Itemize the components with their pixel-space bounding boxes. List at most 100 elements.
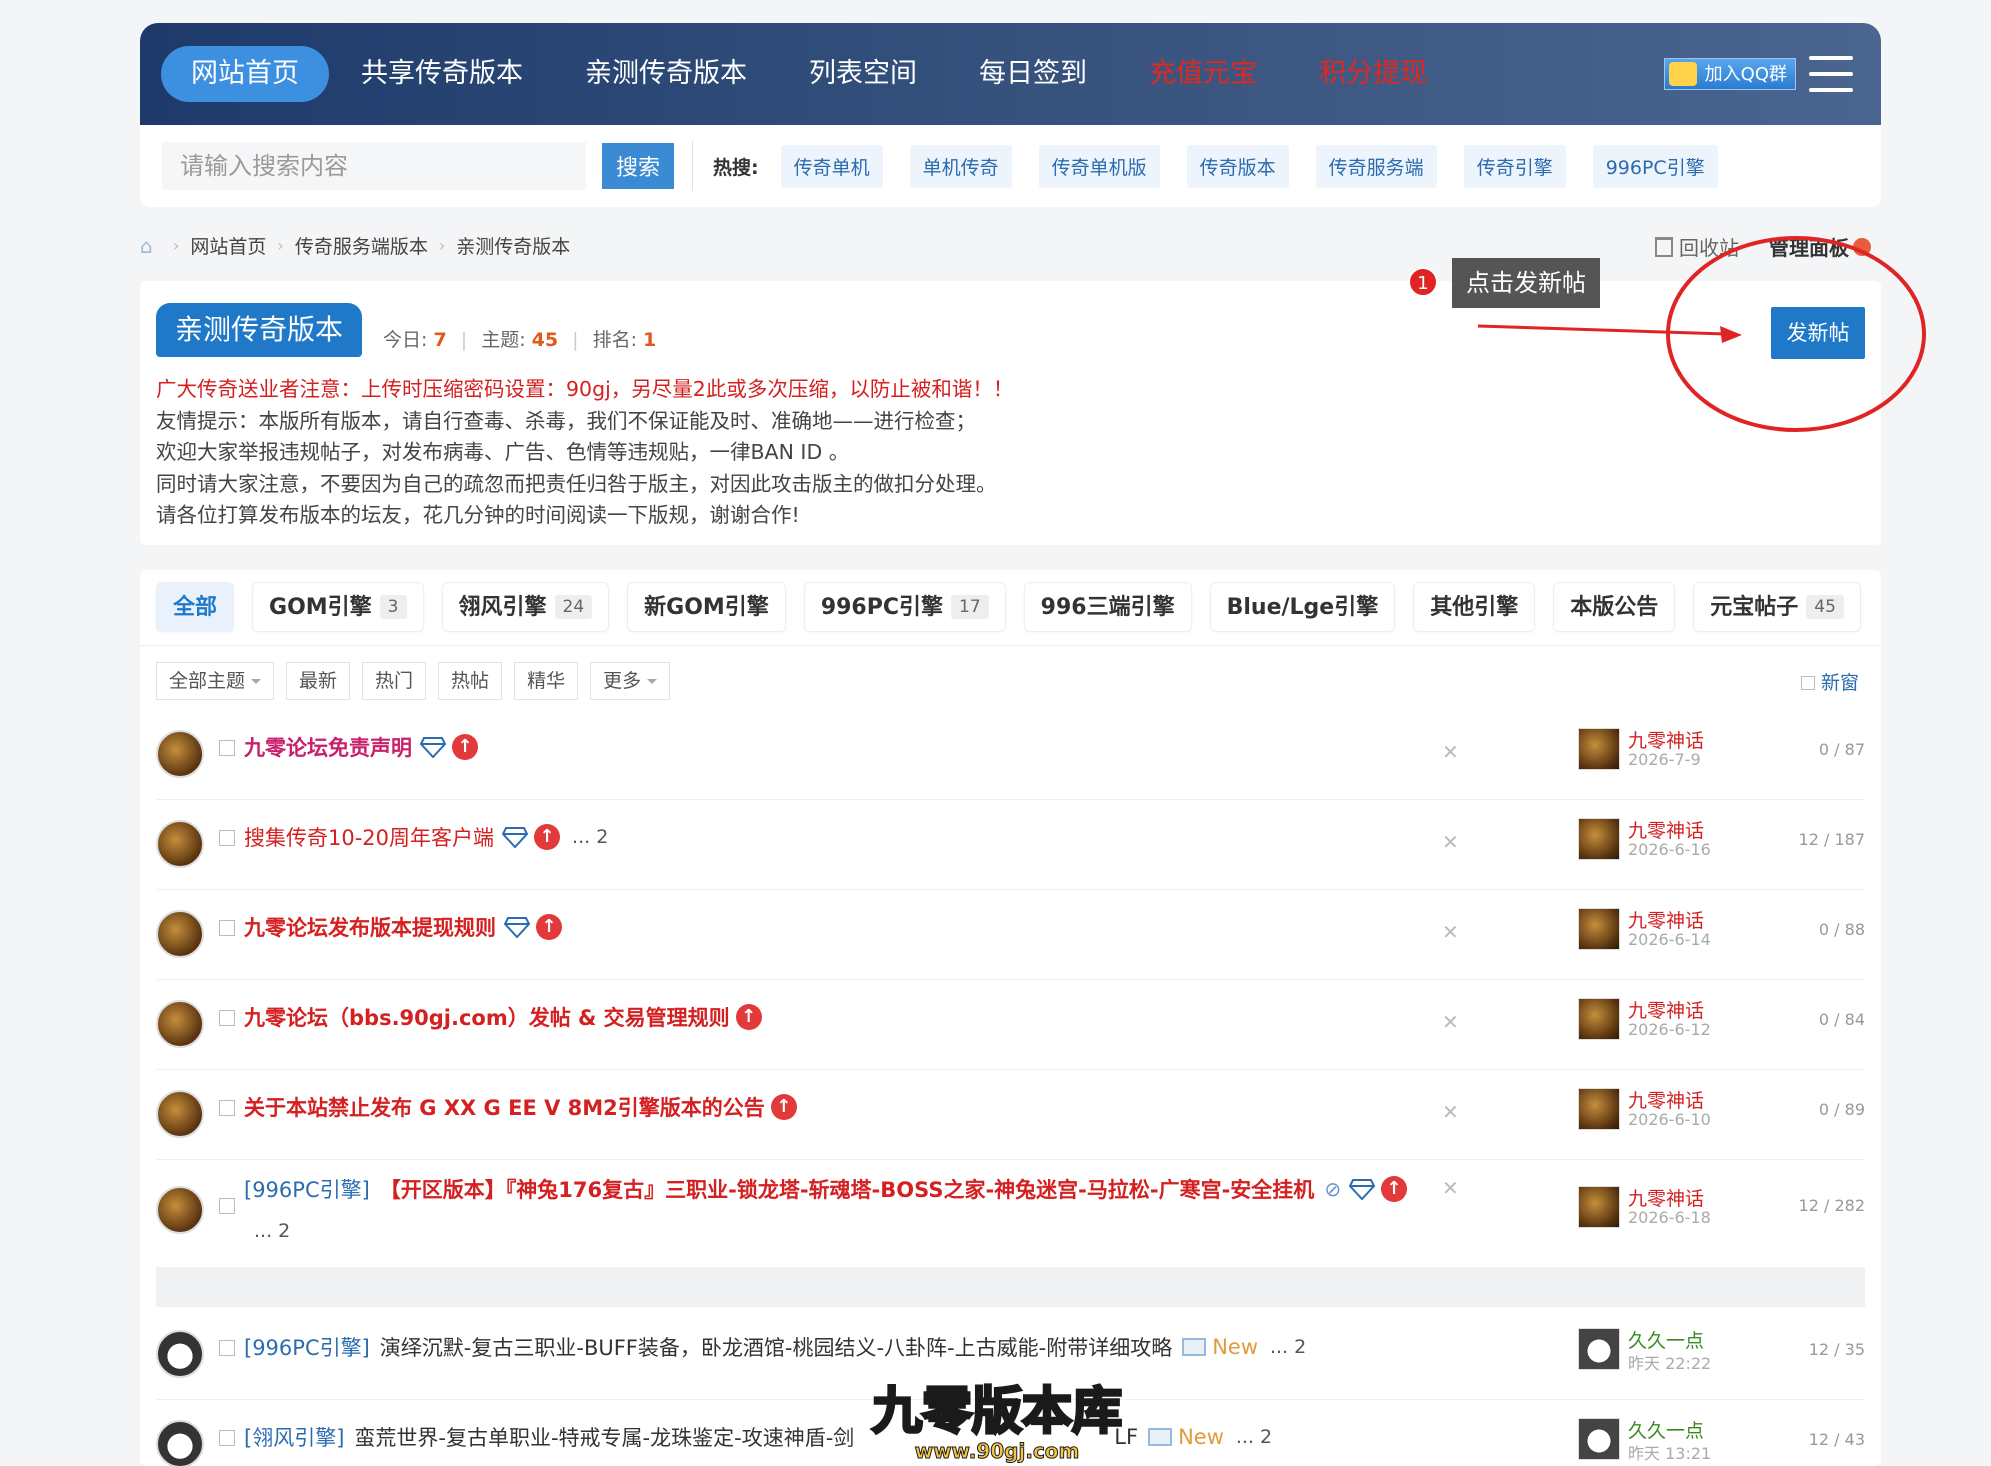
close-icon[interactable]: ✕ bbox=[1442, 1100, 1459, 1124]
filter-featured[interactable]: 精华 bbox=[514, 662, 579, 700]
avatar[interactable] bbox=[156, 1090, 204, 1138]
filter-popular[interactable]: 热门 bbox=[362, 662, 427, 700]
pinned-up-icon: ↑ bbox=[1381, 1176, 1408, 1202]
close-icon[interactable]: ✕ bbox=[1442, 920, 1459, 944]
last-poster[interactable]: 九零神话 bbox=[1628, 726, 1704, 753]
hot-tag[interactable]: 单机传奇 bbox=[909, 144, 1012, 188]
last-poster[interactable]: 久久一点 bbox=[1628, 1416, 1704, 1443]
row-checkbox[interactable] bbox=[219, 1430, 235, 1446]
thread-title[interactable]: 九零论坛发布版本提现规则 bbox=[244, 912, 496, 942]
home-icon[interactable]: ⌂ bbox=[140, 236, 162, 256]
table-row[interactable]: 九零论坛（bbs.90gj.com）发帖 & 交易管理规则 ↑ ✕ 九零神话 2… bbox=[156, 980, 1865, 1070]
nav-daily-checkin[interactable]: 每日签到 bbox=[949, 46, 1117, 102]
page-link[interactable]: ... 2 bbox=[254, 1220, 290, 1242]
close-icon[interactable]: ✕ bbox=[1442, 830, 1459, 854]
nav-withdraw[interactable]: 积分提现 bbox=[1289, 46, 1457, 102]
thread-category[interactable]: [翎风引擎] bbox=[244, 1422, 344, 1452]
thread-title[interactable]: 【开区版本】『神兔176复古』三职业-锁龙塔-斩魂塔-BOSS之家-神兔迷宫-马… bbox=[380, 1174, 1315, 1204]
last-poster[interactable]: 九零神话 bbox=[1628, 1086, 1704, 1113]
top-navbar: 网站首页 共享传奇版本 亲测传奇版本 列表空间 每日签到 充值元宝 积分提现 加… bbox=[140, 23, 1881, 125]
tab-lingfeng[interactable]: 翎风引擎 24 bbox=[441, 582, 610, 632]
filter-latest[interactable]: 最新 bbox=[286, 662, 351, 700]
avatar[interactable] bbox=[156, 1420, 204, 1466]
table-row[interactable]: 九零论坛免责声明 ↑ ✕ 九零神话 2026-7-9 0 / 87 bbox=[156, 710, 1865, 800]
thread-title[interactable]: 九零论坛（bbs.90gj.com）发帖 & 交易管理规则 bbox=[244, 1002, 730, 1032]
page-link[interactable]: ... 2 bbox=[572, 826, 608, 848]
row-checkbox[interactable] bbox=[219, 920, 235, 936]
tab-996-three[interactable]: 996三端引擎 bbox=[1023, 582, 1192, 632]
row-checkbox[interactable] bbox=[219, 740, 235, 756]
breadcrumb-item[interactable]: 网站首页 bbox=[190, 232, 266, 259]
row-checkbox[interactable] bbox=[219, 830, 235, 846]
table-row[interactable]: 搜集传奇10-20周年客户端 ↑ ... 2 ✕ 九零神话 2026-6-16 … bbox=[156, 800, 1865, 890]
avatar[interactable] bbox=[1578, 1186, 1620, 1228]
close-icon[interactable]: ✕ bbox=[1442, 740, 1459, 764]
hot-tag[interactable]: 传奇单机 bbox=[780, 144, 883, 188]
avatar[interactable] bbox=[1578, 1328, 1620, 1370]
table-row[interactable]: 关于本站禁止发布 G XX G EE V 8M2引擎版本的公告 ↑ ✕ 九零神话… bbox=[156, 1070, 1865, 1160]
tab-996pc[interactable]: 996PC引擎 17 bbox=[803, 582, 1006, 632]
nav-shared-versions[interactable]: 共享传奇版本 bbox=[331, 46, 553, 102]
close-icon[interactable]: ✕ bbox=[1442, 1176, 1459, 1200]
table-row[interactable]: [996PC引擎] 【开区版本】『神兔176复古』三职业-锁龙塔-斩魂塔-BOS… bbox=[156, 1160, 1865, 1260]
table-row[interactable]: 九零论坛发布版本提现规则 ↑ ✕ 九零神话 2026-6-14 0 / 88 bbox=[156, 890, 1865, 980]
thread-title[interactable]: 演绎沉默-复古三职业-BUFF装备，卧龙酒馆-桃园结义-八卦阵-上古威能-附带详… bbox=[380, 1332, 1172, 1362]
hot-tag[interactable]: 传奇单机版 bbox=[1038, 144, 1160, 188]
nav-tested-versions[interactable]: 亲测传奇版本 bbox=[555, 46, 777, 102]
avatar[interactable] bbox=[1578, 998, 1620, 1040]
avatar[interactable] bbox=[156, 1000, 204, 1048]
tab-blue-lge[interactable]: Blue/Lge引擎 bbox=[1209, 582, 1396, 632]
tab-announcements[interactable]: 本版公告 bbox=[1553, 582, 1676, 632]
thread-title[interactable]: 蛮荒世界-复古单职业-特戒专属-龙珠鉴定-攻速神盾-剑 bbox=[354, 1422, 854, 1452]
avatar[interactable] bbox=[156, 910, 204, 958]
last-poster[interactable]: 九零神话 bbox=[1628, 906, 1704, 933]
avatar[interactable] bbox=[1578, 818, 1620, 860]
avatar[interactable] bbox=[1578, 1418, 1620, 1460]
nav-recharge[interactable]: 充值元宝 bbox=[1119, 46, 1287, 102]
avatar[interactable] bbox=[1578, 908, 1620, 950]
avatar[interactable] bbox=[156, 820, 204, 868]
thread-title[interactable]: 搜集传奇10-20周年客户端 bbox=[244, 822, 494, 852]
thread-title[interactable]: 关于本站禁止发布 G XX G EE V 8M2引擎版本的公告 bbox=[244, 1092, 765, 1122]
page-link[interactable]: ... 2 bbox=[1270, 1336, 1306, 1358]
thread-title[interactable]: 九零论坛免责声明 bbox=[244, 732, 412, 762]
page-link[interactable]: ... 2 bbox=[1236, 1426, 1272, 1448]
search-button[interactable]: 搜索 bbox=[602, 143, 674, 189]
hot-tag[interactable]: 传奇版本 bbox=[1186, 144, 1289, 188]
search-input[interactable] bbox=[162, 142, 586, 190]
breadcrumb-item[interactable]: 传奇服务端版本 bbox=[295, 232, 428, 259]
breadcrumb-item[interactable]: 亲测传奇版本 bbox=[456, 232, 570, 259]
filter-more[interactable]: 更多 bbox=[590, 662, 671, 700]
join-qq-group-button[interactable]: 加入QQ群 bbox=[1663, 58, 1796, 90]
close-icon[interactable]: ✕ bbox=[1442, 1010, 1459, 1034]
row-checkbox[interactable] bbox=[219, 1100, 235, 1116]
hot-tag[interactable]: 传奇服务端 bbox=[1315, 144, 1437, 188]
last-poster[interactable]: 久久一点 bbox=[1628, 1326, 1704, 1353]
tab-new-gom[interactable]: 新GOM引擎 bbox=[627, 582, 786, 632]
avatar[interactable] bbox=[1578, 728, 1620, 770]
filter-hot[interactable]: 热帖 bbox=[438, 662, 503, 700]
thread-category[interactable]: [996PC引擎] bbox=[244, 1174, 370, 1204]
last-poster[interactable]: 九零神话 bbox=[1628, 1184, 1704, 1211]
row-checkbox[interactable] bbox=[219, 1198, 235, 1214]
new-window-toggle[interactable]: 新窗 bbox=[1800, 668, 1859, 695]
row-checkbox[interactable] bbox=[219, 1340, 235, 1356]
hamburger-menu-icon[interactable] bbox=[1809, 56, 1853, 92]
avatar[interactable] bbox=[156, 1330, 204, 1378]
last-poster[interactable]: 九零神话 bbox=[1628, 816, 1704, 843]
avatar[interactable] bbox=[156, 1186, 204, 1234]
nav-list-space[interactable]: 列表空间 bbox=[779, 46, 947, 102]
thread-category[interactable]: [996PC引擎] bbox=[244, 1332, 370, 1362]
avatar[interactable] bbox=[156, 730, 204, 778]
last-poster[interactable]: 九零神话 bbox=[1628, 996, 1704, 1023]
hot-tag[interactable]: 传奇引擎 bbox=[1463, 144, 1566, 188]
tab-other-engines[interactable]: 其他引擎 bbox=[1413, 582, 1536, 632]
row-checkbox[interactable] bbox=[219, 1010, 235, 1026]
filter-all-topics[interactable]: 全部主题 bbox=[156, 662, 275, 700]
avatar[interactable] bbox=[1578, 1088, 1620, 1130]
tab-all[interactable]: 全部 bbox=[156, 582, 235, 632]
hot-tag[interactable]: 996PC引擎 bbox=[1592, 144, 1718, 188]
nav-home[interactable]: 网站首页 bbox=[161, 46, 329, 102]
tab-yuanbao[interactable]: 元宝帖子 45 bbox=[1693, 582, 1861, 632]
tab-gom[interactable]: GOM引擎 3 bbox=[252, 582, 424, 632]
